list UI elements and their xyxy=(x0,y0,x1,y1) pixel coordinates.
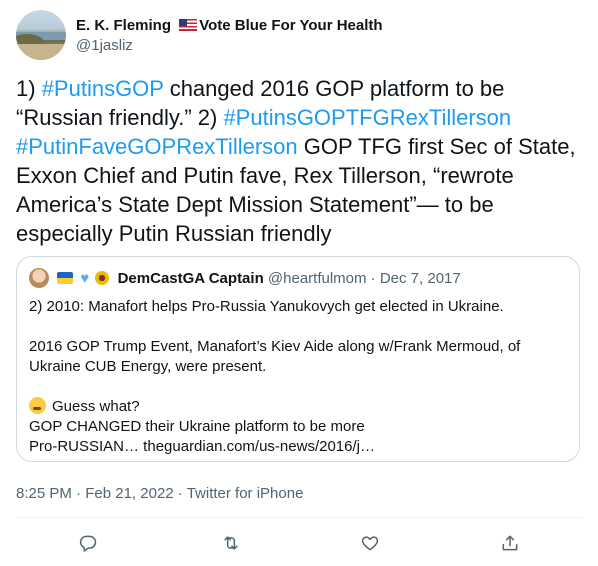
blue-heart-icon: ♥ xyxy=(80,270,90,287)
share-button[interactable] xyxy=(497,530,523,556)
author-handle[interactable]: @1jasliz xyxy=(76,37,133,54)
avatar-sand xyxy=(16,44,66,60)
quoted-text-line: GOP CHANGED their Ukraine platform to be… xyxy=(29,418,365,435)
author-name[interactable]: E. K. Fleming xyxy=(76,17,171,34)
quoted-author-name: DemCastGA Captain xyxy=(117,270,264,287)
quoted-separator: · xyxy=(370,270,376,287)
share-icon xyxy=(502,535,518,551)
thinking-face-icon xyxy=(29,397,46,414)
author-avatar[interactable] xyxy=(16,10,66,60)
author-name-suffix[interactable]: Vote Blue For Your Health xyxy=(199,17,382,34)
quoted-tweet[interactable]: ♥ DemCastGA Captain @heartfulmom · Dec 7… xyxy=(16,256,580,462)
sunflower-icon xyxy=(95,271,110,285)
tweet-text: 1) #PutinsGOP changed 2016 GOP platform … xyxy=(16,74,588,248)
hashtag-link[interactable]: #PutinsGOP xyxy=(42,76,164,101)
tweet-source[interactable]: Twitter for iPhone xyxy=(187,485,304,502)
action-bar xyxy=(0,530,598,556)
quoted-tweet-body: 2) 2010: Manafort helps Pro-Russia Yanuk… xyxy=(29,297,569,457)
quoted-text-line: Guess what? xyxy=(29,397,569,417)
hashtag-link[interactable]: #PutinFaveGOPRexTillerson xyxy=(16,134,298,159)
us-flag-icon xyxy=(179,19,198,31)
tweet-time[interactable]: 8:25 PM xyxy=(16,485,72,502)
quoted-text-line: 2) 2010: Manafort helps Pro-Russia Yanuk… xyxy=(29,298,504,315)
retweet-icon xyxy=(224,536,238,550)
hashtag-link[interactable]: #PutinsGOPTFGRexTillerson xyxy=(223,105,511,130)
author-name-row[interactable]: E. K. Fleming Vote Blue For Your Health xyxy=(76,17,383,34)
meta-separator: · xyxy=(177,485,183,502)
actions-divider xyxy=(16,517,582,518)
tweet-meta: 8:25 PM · Feb 21, 2022 · Twitter for iPh… xyxy=(16,485,303,502)
ukraine-flag-icon xyxy=(57,272,74,284)
tweet-date[interactable]: Feb 21, 2022 xyxy=(85,485,173,502)
like-button[interactable] xyxy=(357,530,383,556)
meta-separator: · xyxy=(76,485,82,502)
quoted-author-handle: @heartfulmom xyxy=(267,270,367,287)
quoted-text-guess: Guess what? xyxy=(52,398,140,415)
quoted-date: Dec 7, 2017 xyxy=(379,270,461,287)
quoted-text-line: Pro-RUSSIAN… theguardian.com/us-news/201… xyxy=(29,438,375,455)
quoted-tweet-header: ♥ DemCastGA Captain @heartfulmom · Dec 7… xyxy=(29,268,461,288)
reply-button[interactable] xyxy=(75,530,101,556)
reply-icon xyxy=(79,535,97,552)
quoted-text-line: 2016 GOP Trump Event, Manafort’s Kiev Ai… xyxy=(29,338,521,375)
like-icon xyxy=(361,536,379,551)
retweet-button[interactable] xyxy=(218,530,244,556)
quoted-author-avatar xyxy=(29,268,49,288)
tweet-text-part: 1) xyxy=(16,76,42,101)
